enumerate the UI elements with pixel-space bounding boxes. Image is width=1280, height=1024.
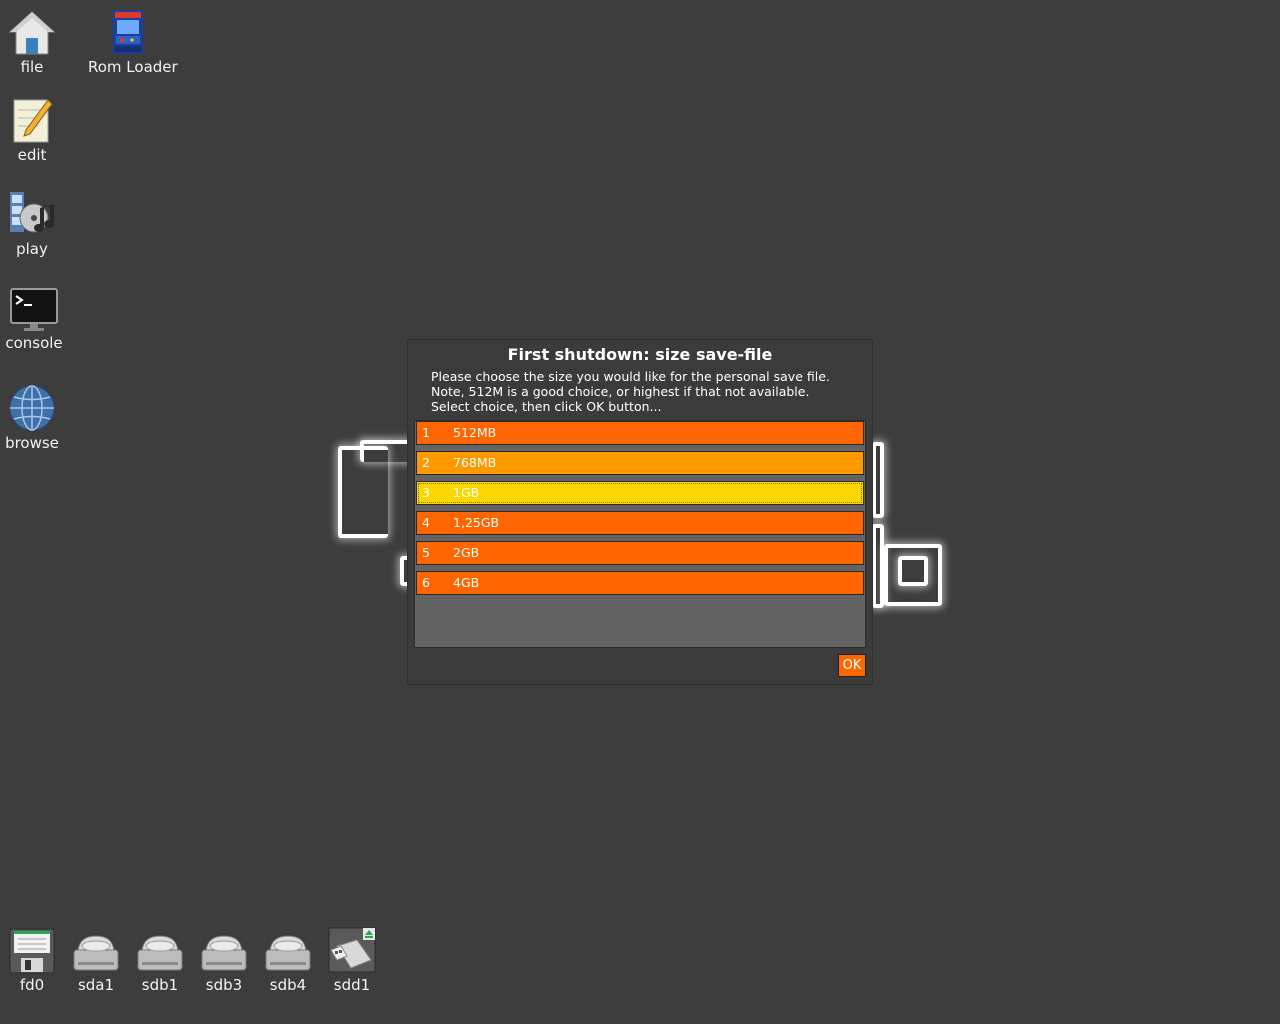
desktop-icon-console[interactable]: console: [0, 288, 74, 352]
drive-label: sdd1: [333, 976, 371, 994]
desktop: file Rom Loader edit play console browse…: [0, 0, 1280, 1024]
option-label: 1,25GB: [453, 515, 500, 530]
dialog-message-line: Please choose the size you would like fo…: [431, 369, 830, 384]
option-label: 512MB: [453, 425, 497, 440]
hard-drive-icon: [265, 935, 311, 971]
desktop-icon-edit[interactable]: edit: [0, 96, 72, 164]
save-file-size-dialog: First shutdown: size save-file Please ch…: [408, 340, 872, 684]
option-number: 3: [422, 485, 430, 500]
dialog-title: First shutdown: size save-file: [507, 345, 773, 364]
option-number: 1: [422, 425, 430, 440]
desktop-icon-label: Rom Loader: [88, 58, 178, 76]
option-number: 2: [422, 455, 430, 470]
list-item[interactable]: 5 2GB: [416, 541, 864, 565]
desktop-icon-label: browse: [5, 434, 59, 452]
list-item[interactable]: 6 4GB: [416, 571, 864, 595]
desktop-icon-label: console: [5, 334, 63, 352]
option-label: 2GB: [453, 545, 480, 560]
globe-icon: [9, 385, 55, 431]
hard-drive-icon: [201, 935, 247, 971]
option-label: 1GB: [453, 485, 480, 500]
dialog-message: Please choose the size you would like fo…: [431, 369, 861, 414]
desktop-icon-rom-loader[interactable]: Rom Loader: [88, 8, 178, 76]
drive-icon-sdd1[interactable]: sdd1: [312, 926, 392, 994]
home-icon: [8, 11, 56, 55]
floppy-icon: [9, 928, 55, 974]
list-item[interactable]: 4 1,25GB: [416, 511, 864, 535]
option-label: 768MB: [453, 455, 497, 470]
desktop-icon-label: play: [16, 240, 48, 258]
desktop-icon-browse[interactable]: browse: [0, 384, 72, 452]
option-label: 4GB: [453, 575, 480, 590]
dialog-message-line: Note, 512M is a good choice, or highest …: [431, 384, 810, 399]
option-number: 6: [422, 575, 430, 590]
desktop-icon-label: file: [20, 58, 44, 76]
desktop-icon-play[interactable]: play: [0, 190, 72, 258]
list-item[interactable]: 3 1GB: [416, 481, 864, 505]
list-item[interactable]: 2 768MB: [416, 451, 864, 475]
notepad-pencil-icon: [13, 99, 53, 143]
size-options-list[interactable]: 1 512MB 2 768MB 3 1GB 4 1,25GB 5 2GB 6 4…: [414, 420, 866, 648]
dialog-message-line: Select choice, then click OK button...: [431, 399, 662, 414]
usb-drive-icon: [328, 927, 376, 973]
multimedia-icon: [10, 192, 54, 233]
hard-drive-icon: [73, 935, 119, 971]
desktop-icon-file[interactable]: file: [0, 8, 72, 76]
option-number: 4: [422, 515, 430, 530]
arcade-cabinet-icon: [113, 10, 143, 54]
ok-button[interactable]: OK: [838, 654, 866, 677]
list-item[interactable]: 1 512MB: [416, 421, 864, 445]
terminal-icon: [10, 288, 58, 331]
option-number: 5: [422, 545, 430, 560]
desktop-icon-label: edit: [17, 146, 47, 164]
hard-drive-icon: [137, 935, 183, 971]
